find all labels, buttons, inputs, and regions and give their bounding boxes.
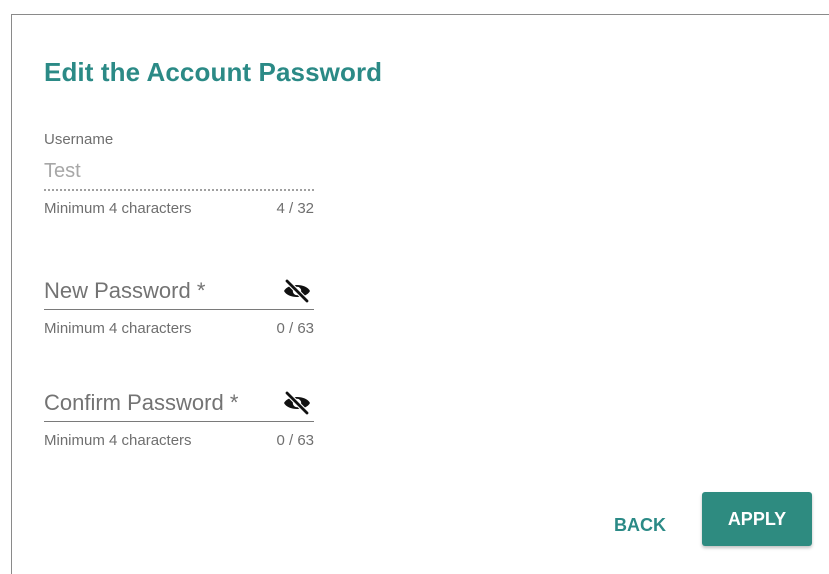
new-password-counter: 0 / 63 xyxy=(276,320,314,337)
confirm-password-input[interactable]: Confirm Password * xyxy=(44,385,314,422)
username-value: Test xyxy=(44,159,314,191)
new-password-field: New Password * Minimum 4 characters 0 / … xyxy=(44,273,314,338)
apply-button[interactable]: APPLY xyxy=(702,492,812,546)
confirm-password-label: Confirm Password * xyxy=(44,390,239,415)
new-password-hint-row: Minimum 4 characters 0 / 63 xyxy=(44,320,314,338)
back-button[interactable]: BACK xyxy=(604,505,676,545)
username-counter: 4 / 32 xyxy=(276,200,314,217)
new-password-input[interactable]: New Password * xyxy=(44,273,314,310)
username-hint: Minimum 4 characters xyxy=(44,200,192,217)
confirm-password-counter: 0 / 63 xyxy=(276,432,314,449)
eye-off-icon[interactable] xyxy=(280,388,314,418)
new-password-hint: Minimum 4 characters xyxy=(44,320,192,337)
username-hint-row: Minimum 4 characters 4 / 32 xyxy=(44,200,314,218)
confirm-password-hint-row: Minimum 4 characters 0 / 63 xyxy=(44,432,314,450)
confirm-password-hint: Minimum 4 characters xyxy=(44,432,192,449)
new-password-label: New Password * xyxy=(44,278,206,303)
eye-off-icon[interactable] xyxy=(280,276,314,306)
dialog-title: Edit the Account Password xyxy=(44,57,383,87)
username-label: Username xyxy=(44,131,114,148)
edit-password-dialog: Edit the Account Password Username Test … xyxy=(11,14,829,574)
username-field: Username Test Minimum 4 characters 4 / 3… xyxy=(44,131,314,218)
confirm-password-field: Confirm Password * Minimum 4 characters … xyxy=(44,385,314,450)
